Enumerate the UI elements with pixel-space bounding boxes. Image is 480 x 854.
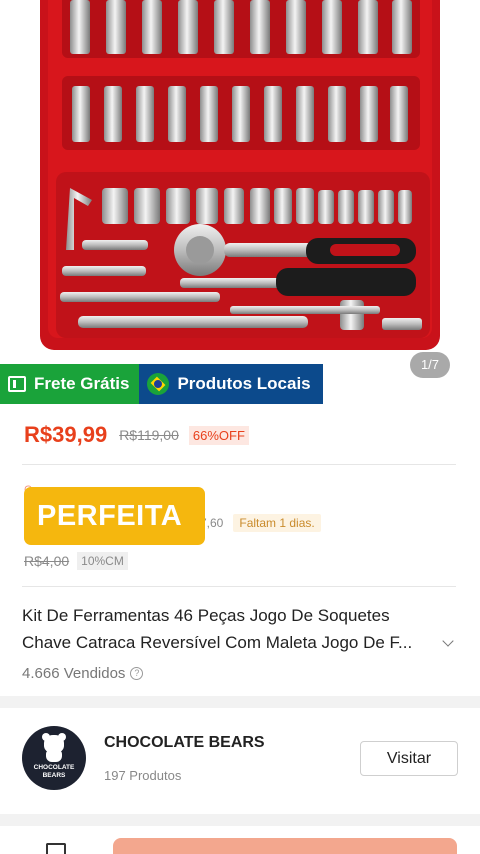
current-price: R$39,99 — [24, 422, 108, 447]
store-name[interactable]: CHOCOLATE BEARS — [104, 734, 265, 752]
store-icon[interactable] — [46, 843, 66, 854]
visit-store-button[interactable]: Visitar — [360, 741, 458, 776]
sold-count-label: 4.666 Vendidos — [22, 665, 126, 682]
shipping-badges: Frete Grátis Produtos Locais — [0, 364, 323, 404]
info-icon[interactable]: ? — [130, 667, 144, 680]
coupon-price-row: R$4,00 10%CM — [24, 552, 128, 570]
price-row: R$39,99 R$119,00 66%OFF — [24, 422, 249, 448]
free-shipping-badge: Frete Grátis — [0, 364, 140, 404]
product-image[interactable] — [0, 0, 480, 362]
socket-set-photo — [0, 0, 480, 362]
divider — [22, 464, 456, 465]
store-logo-text: CHOCOLATE BEARS — [33, 764, 75, 779]
coupon-percent: 10%CM — [77, 552, 128, 570]
chevron-down-icon[interactable] — [442, 635, 454, 647]
coupon-info[interactable]: 7,60 Faltam 1 dias. — [200, 514, 321, 532]
divider — [22, 586, 456, 587]
coupon-old-price: R$4,00 — [24, 553, 70, 569]
local-products-badge: Produtos Locais — [139, 364, 323, 404]
bear-body-icon — [46, 750, 62, 762]
product-title-line-2: Chave Catraca Reversível Com Maleta Jogo… — [22, 633, 413, 652]
store-product-count: 197 Produtos — [104, 768, 182, 783]
brazil-flag-icon — [147, 373, 170, 395]
free-shipping-icon — [8, 376, 26, 392]
original-price: R$119,00 — [119, 427, 179, 443]
buy-button[interactable] — [113, 838, 457, 854]
local-products-label: Produtos Locais — [177, 374, 311, 393]
store-avatar[interactable]: CHOCOLATE BEARS — [22, 726, 86, 790]
sold-count: 4.666 Vendidos ? — [22, 665, 144, 682]
product-title-line-1: Kit De Ferramentas 46 Peças Jogo De Soqu… — [22, 606, 390, 625]
product-page: 1/7 Frete Grátis Produtos Locais R$39,99… — [0, 0, 480, 854]
image-counter: 1/7 — [410, 352, 450, 378]
section-separator — [0, 696, 480, 708]
overlay-label: PERFEITA — [24, 487, 205, 545]
coupon-days-left: Faltam 1 dias. — [233, 514, 321, 532]
discount-badge: 66%OFF — [188, 425, 249, 445]
free-shipping-label: Frete Grátis — [34, 374, 130, 393]
product-title[interactable]: Kit De Ferramentas 46 Peças Jogo De Soqu… — [22, 602, 442, 656]
section-separator — [0, 814, 480, 826]
